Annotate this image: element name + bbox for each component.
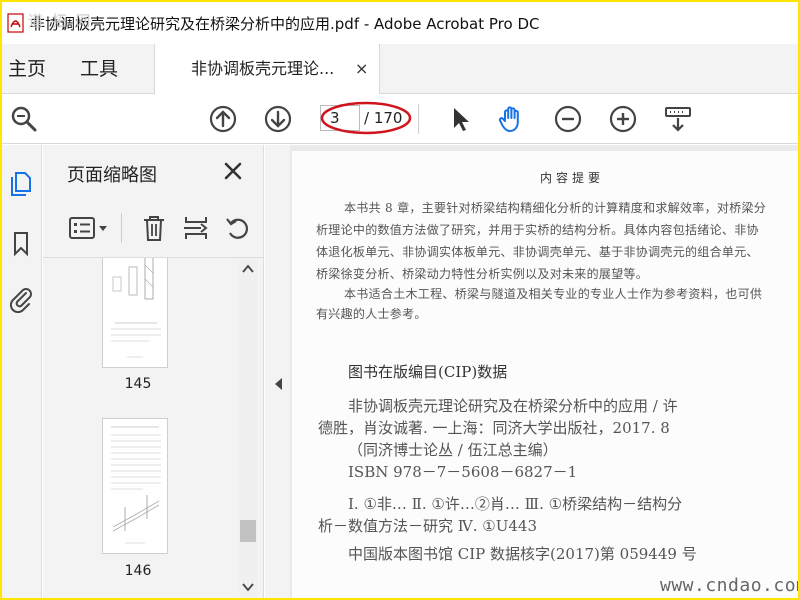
content-summary-heading: 内容提要 (540, 171, 605, 185)
next-page-icon[interactable] (262, 103, 294, 135)
window-title: 非协调板壳元理论研究及在桥梁分析中的应用.pdf - Adobe Acrobat… (30, 14, 540, 33)
cip-line: 中国版本图书馆 CIP 数据核字(2017)第 059449 号 (348, 545, 697, 563)
close-tab-button[interactable]: × (355, 44, 368, 94)
zoom-out-icon[interactable] (552, 103, 584, 135)
scroll-mode-icon[interactable] (662, 103, 694, 135)
cip-line: Ⅰ. ①非… Ⅱ. ①许…②肖… Ⅲ. ①桥梁结构－结构分 (348, 495, 683, 513)
thumbnail-label: 145 (124, 376, 152, 392)
page-thumbnails-panel: 页面缩略图 145 146 (43, 145, 264, 598)
thumbnail-figure (111, 258, 161, 358)
watermark-logo: 道 拓 网 (28, 12, 93, 30)
cip-line: （同济博士论丛 / 伍江总主编） (348, 441, 558, 459)
page-thumbnail[interactable] (102, 258, 168, 368)
thumbnail-list: 145 146 (43, 257, 264, 598)
cip-line: 析－数值方法－研究 Ⅳ. ①U443 (318, 517, 538, 535)
thumbnail-scrollbar[interactable] (239, 258, 257, 598)
acrobat-window: 非协调板壳元理论研究及在桥梁分析中的应用.pdf - Adobe Acrobat… (2, 2, 798, 598)
scroll-down-icon[interactable] (239, 580, 257, 594)
annotation-ellipse (320, 101, 412, 135)
attachments-icon[interactable] (7, 285, 35, 313)
cip-line: 德胜，肖汝诚著. 一上海：同济大学出版社，2017. 8 (318, 419, 670, 437)
toolbar-divider (418, 104, 419, 134)
insert-page-icon[interactable] (181, 213, 211, 243)
acrobat-pdf-icon (7, 13, 24, 33)
tab-bar: 主页 工具 非协调板壳元理论... × (2, 44, 798, 95)
trash-icon[interactable] (139, 213, 169, 243)
scrollbar-thumb[interactable] (240, 520, 256, 542)
thumbnail-tools (43, 203, 264, 255)
zoom-search-icon[interactable] (8, 103, 40, 135)
document-view[interactable]: 内容提要 本书共 8 章，主要针对桥梁结构精细化分析的计算精度和求解效率，对桥梁… (290, 145, 798, 598)
panel-title: 页面缩略图 (67, 165, 157, 186)
page-thumbnails-icon[interactable] (7, 169, 35, 197)
rotate-icon[interactable] (223, 213, 253, 243)
thumbnail-label: 146 (124, 563, 152, 579)
panel-collapse-handle[interactable] (265, 145, 290, 598)
cip-heading: 图书在版编目(CIP)数据 (348, 363, 508, 381)
close-icon[interactable] (221, 159, 245, 183)
zoom-in-icon[interactable] (607, 103, 639, 135)
summary-line: 本书适合土木工程、桥梁与隧道及相关专业的专业人士作为参考资料，也可供 (344, 287, 763, 301)
page-thumbnail[interactable] (102, 418, 168, 554)
summary-line: 析理论中的数值方法做了研究，并用于实桥的结构分析。具体内容包括绪论、非协 (316, 223, 759, 237)
summary-line: 桥梁徐变分析、桥梁动力特性分析实例以及对未来的展望等。 (316, 267, 649, 281)
tab-tools[interactable]: 工具 (80, 44, 118, 94)
tools-divider (121, 213, 122, 243)
document-page: 内容提要 本书共 8 章，主要针对桥梁结构精细化分析的计算精度和求解效率，对桥梁… (292, 151, 798, 598)
summary-line: 有兴趣的人士参考。 (316, 307, 427, 321)
options-menu-icon[interactable] (67, 213, 113, 243)
document-tab-label: 非协调板壳元理论... (191, 59, 335, 78)
left-navigation-rail (2, 145, 42, 598)
collapse-arrow-icon[interactable] (273, 377, 283, 391)
tab-home[interactable]: 主页 (8, 44, 46, 94)
bookmarks-icon[interactable] (7, 229, 35, 257)
cip-line: ISBN 978－7－5608－6827－1 (348, 463, 578, 481)
previous-page-icon[interactable] (207, 103, 239, 135)
hand-tool-icon[interactable] (496, 103, 528, 135)
summary-line: 体退化板单元、非协调实体板单元、非协调壳单元、基于非协调壳元的组合单元、 (316, 245, 759, 259)
watermark-url: www.cndao.com (660, 575, 798, 596)
summary-line: 本书共 8 章，主要针对桥梁结构精细化分析的计算精度和求解效率，对桥梁分 (344, 201, 767, 215)
scroll-up-icon[interactable] (239, 262, 257, 276)
cip-line: 非协调板壳元理论研究及在桥梁分析中的应用 / 许 (348, 397, 678, 415)
title-bar: 非协调板壳元理论研究及在桥梁分析中的应用.pdf - Adobe Acrobat… (2, 2, 798, 44)
main-toolbar: 3 / 170 (2, 94, 798, 144)
select-cursor-icon[interactable] (444, 103, 476, 135)
tab-document[interactable]: 非协调板壳元理论... × (154, 44, 380, 95)
thumbnail-figure (111, 426, 161, 544)
